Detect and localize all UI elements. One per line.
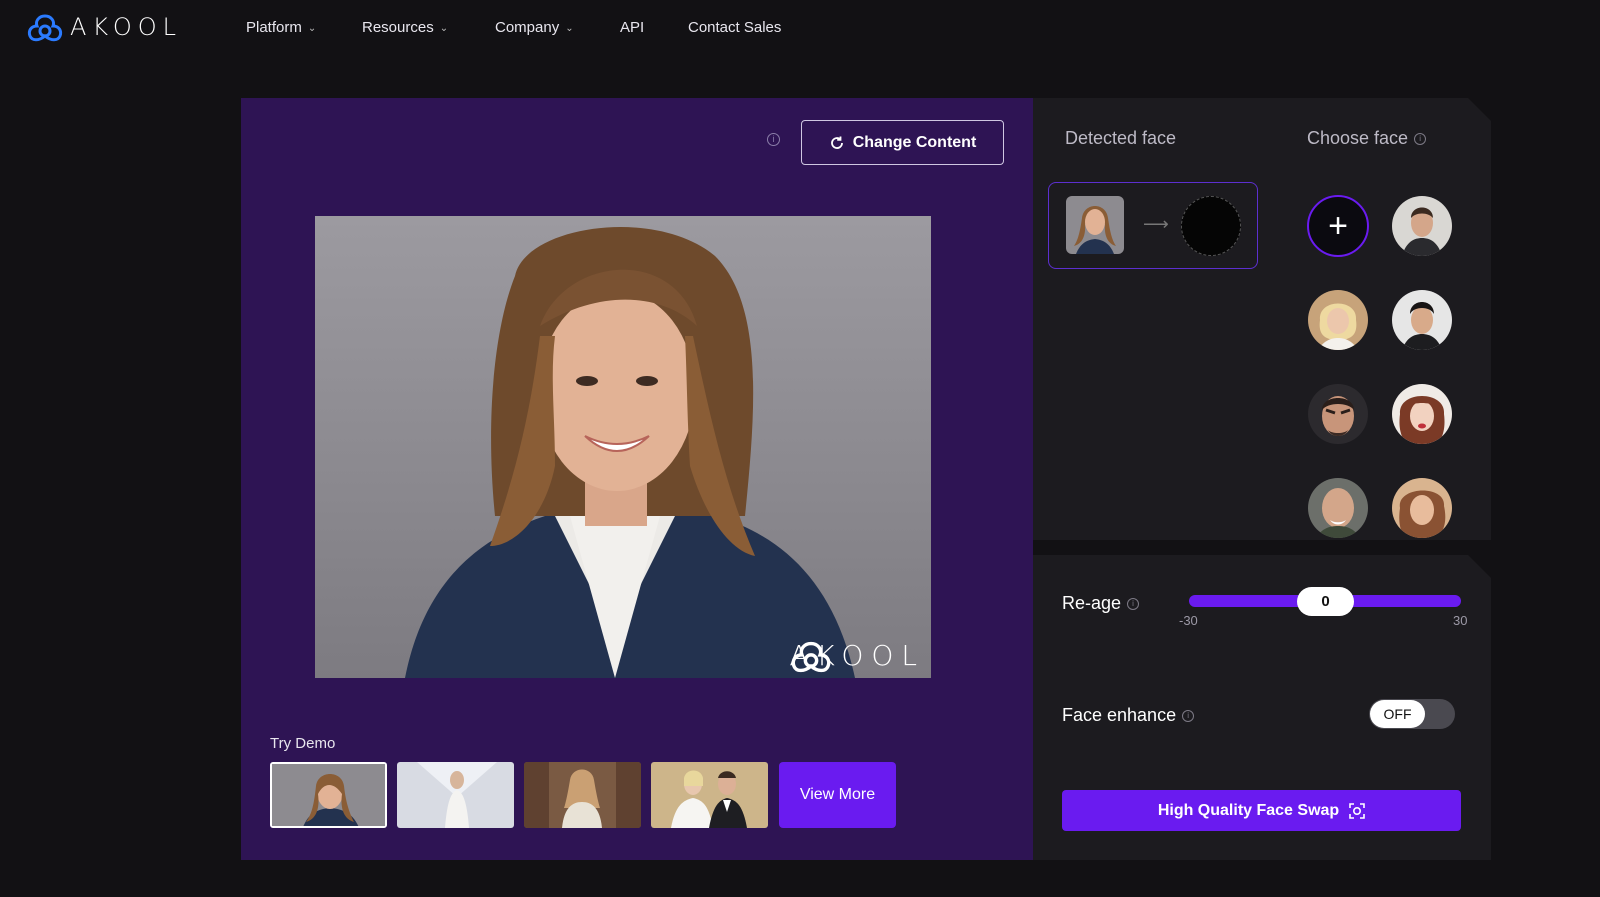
nav-company[interactable]: Company ⌄ xyxy=(495,19,574,36)
chevron-down-icon: ⌄ xyxy=(565,23,574,34)
demo-thumb-4[interactable] xyxy=(651,762,768,828)
face-choice-2-image xyxy=(1308,290,1368,350)
nav-api[interactable]: API xyxy=(620,19,644,36)
demo-thumb-3-image xyxy=(524,762,641,828)
demo-thumb-1-image xyxy=(272,764,385,826)
change-content-label: Change Content xyxy=(852,133,977,151)
akool-watermark: AKOOL xyxy=(789,639,925,673)
portrait-image xyxy=(405,227,855,678)
main-photo: AKOOL xyxy=(315,216,931,678)
face-choice-2[interactable] xyxy=(1308,290,1368,350)
info-icon[interactable]: i xyxy=(1182,710,1195,723)
reage-label-text: Re-age xyxy=(1062,593,1122,613)
info-icon[interactable]: i xyxy=(1414,133,1427,146)
try-demo-label: Try Demo xyxy=(270,735,336,752)
chevron-down-icon: ⌄ xyxy=(439,23,449,34)
face-enhance-label-text: Face enhance xyxy=(1062,705,1177,725)
face-choice-3-image xyxy=(1392,290,1452,350)
akool-logo-icon xyxy=(27,14,63,42)
reage-label: Re-age i xyxy=(1062,593,1140,614)
face-choice-1-image xyxy=(1392,196,1452,256)
face-choice-6[interactable] xyxy=(1308,478,1368,538)
demo-thumb-2[interactable] xyxy=(397,762,514,828)
chevron-down-icon: ⌄ xyxy=(307,23,317,34)
change-content-button[interactable]: Change Content xyxy=(801,120,1004,165)
nav-platform-label: Platform xyxy=(246,19,302,36)
choose-face-title: Choose face i xyxy=(1307,128,1427,149)
info-icon[interactable]: i xyxy=(767,133,780,146)
face-choice-5[interactable] xyxy=(1392,384,1452,444)
plus-icon: + xyxy=(1328,206,1348,245)
reage-slider-thumb[interactable]: 0 xyxy=(1297,587,1354,616)
nav-resources[interactable]: Resources ⌄ xyxy=(362,19,448,36)
face-choice-5-image xyxy=(1392,384,1452,444)
face-enhance-toggle[interactable]: OFF xyxy=(1369,699,1455,729)
demo-thumb-3[interactable] xyxy=(524,762,641,828)
face-choice-3[interactable] xyxy=(1392,290,1452,350)
face-scan-icon xyxy=(1349,802,1365,819)
nav-api-label: API xyxy=(620,19,645,36)
nav-company-label: Company xyxy=(495,19,560,36)
high-quality-face-swap-button[interactable]: High Quality Face Swap xyxy=(1062,790,1461,831)
nav-resources-label: Resources xyxy=(362,19,434,36)
toggle-knob: OFF xyxy=(1370,700,1425,728)
demo-thumb-2-image xyxy=(397,762,514,828)
face-choice-1[interactable] xyxy=(1392,196,1452,256)
face-enhance-label: Face enhance i xyxy=(1062,705,1195,726)
demo-thumb-1[interactable] xyxy=(270,762,387,828)
view-more-button[interactable]: View More xyxy=(779,762,896,828)
watermark-logo-icon xyxy=(791,641,831,673)
choose-face-label: Choose face xyxy=(1307,128,1409,148)
face-choice-4[interactable] xyxy=(1308,384,1368,444)
detected-face-image xyxy=(1066,196,1124,254)
info-icon[interactable]: i xyxy=(1127,598,1140,611)
face-choice-6-image xyxy=(1308,478,1368,538)
arrow-right-icon: ⟶ xyxy=(1143,214,1169,234)
refresh-icon xyxy=(830,136,843,149)
logo-wordmark: AKOOL xyxy=(70,13,182,41)
swap-button-label: High Quality Face Swap xyxy=(1157,801,1340,819)
face-choice-7-image xyxy=(1392,478,1452,538)
face-choice-4-image xyxy=(1308,384,1368,444)
nav-platform[interactable]: Platform ⌄ xyxy=(246,19,316,36)
face-choice-7[interactable] xyxy=(1392,478,1452,538)
reage-min: -30 xyxy=(1179,613,1198,628)
add-face-button[interactable]: + xyxy=(1307,195,1369,257)
top-nav: AKOOL Platform ⌄ Resources ⌄ Company ⌄ A… xyxy=(0,0,1600,58)
nav-contact-sales[interactable]: Contact Sales xyxy=(688,19,781,36)
reage-max: 30 xyxy=(1453,613,1468,628)
demo-thumb-4-image xyxy=(651,762,768,828)
akool-logo[interactable]: AKOOL xyxy=(26,12,182,42)
nav-contact-sales-label: Contact Sales xyxy=(688,19,782,36)
detected-face-title: Detected face xyxy=(1065,128,1177,148)
detected-face-thumb[interactable] xyxy=(1066,196,1124,254)
target-face-slot[interactable] xyxy=(1181,196,1241,256)
